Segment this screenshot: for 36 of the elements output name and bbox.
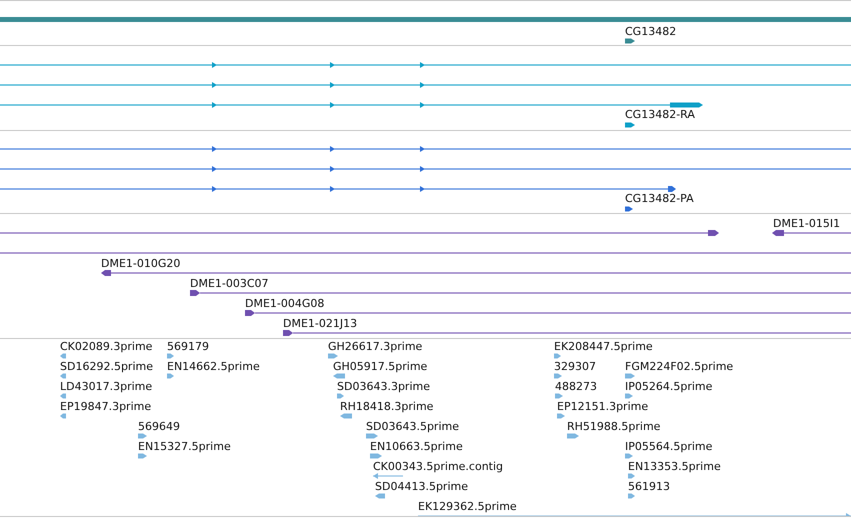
feature-label[interactable]: SD16292.5prime (60, 360, 153, 373)
feature-label[interactable]: 488273 (555, 380, 597, 393)
feature-label[interactable]: EN13353.5prime (628, 460, 721, 473)
feature-label[interactable]: DME1-003C07 (190, 277, 269, 290)
feature-label[interactable]: CG13482 (625, 25, 676, 38)
feature-label[interactable]: RH18418.3prime (340, 400, 434, 413)
feature-label[interactable]: DME1-015I1 (773, 217, 840, 230)
feature-label[interactable]: CK02089.3prime (60, 340, 152, 353)
feature-label[interactable]: DME1-021J13 (283, 317, 358, 330)
feature-label[interactable]: SD03643.3prime (337, 380, 430, 393)
feature-label[interactable]: EP12151.3prime (557, 400, 648, 413)
feature-label[interactable]: LD43017.3prime (60, 380, 152, 393)
feature-label[interactable]: GH26617.3prime (328, 340, 422, 353)
feature-label[interactable]: CG13482-RA (625, 108, 695, 121)
feature-label[interactable]: 569649 (138, 420, 180, 433)
feature-label[interactable]: EK208447.5prime (554, 340, 653, 353)
feature-label[interactable]: EN14662.5prime (167, 360, 260, 373)
feature-label[interactable]: 329307 (554, 360, 596, 373)
feature-label[interactable]: SD03643.5prime (366, 420, 459, 433)
feature-label[interactable]: DME1-004G08 (245, 297, 324, 310)
feature-label[interactable]: EP19847.3prime (60, 400, 152, 413)
feature-label[interactable]: 569179 (167, 340, 209, 353)
feature-label[interactable]: CK00343.5prime.contig (373, 460, 504, 473)
feature-label[interactable]: CG13482-PA (625, 192, 694, 205)
feature-label[interactable]: DME1-010G20 (101, 257, 180, 270)
feature-label[interactable]: EN10663.5prime (370, 440, 463, 453)
feature-label[interactable]: GH05917.5prime (333, 360, 428, 373)
feature-label[interactable]: FGM224F02.5prime (625, 360, 734, 373)
feature-label[interactable]: IP05564.5prime (625, 440, 712, 453)
feature-label[interactable]: EN15327.5prime (138, 440, 231, 453)
feature-label[interactable]: IP05264.5prime (625, 380, 712, 393)
feature-label[interactable]: EK129362.5prime (418, 500, 517, 513)
feature-label[interactable]: 561913 (628, 480, 670, 493)
feature-label[interactable]: RH51988.5prime (567, 420, 660, 433)
feature-label[interactable]: SD04413.5prime (375, 480, 468, 493)
clone-line (784, 232, 851, 234)
